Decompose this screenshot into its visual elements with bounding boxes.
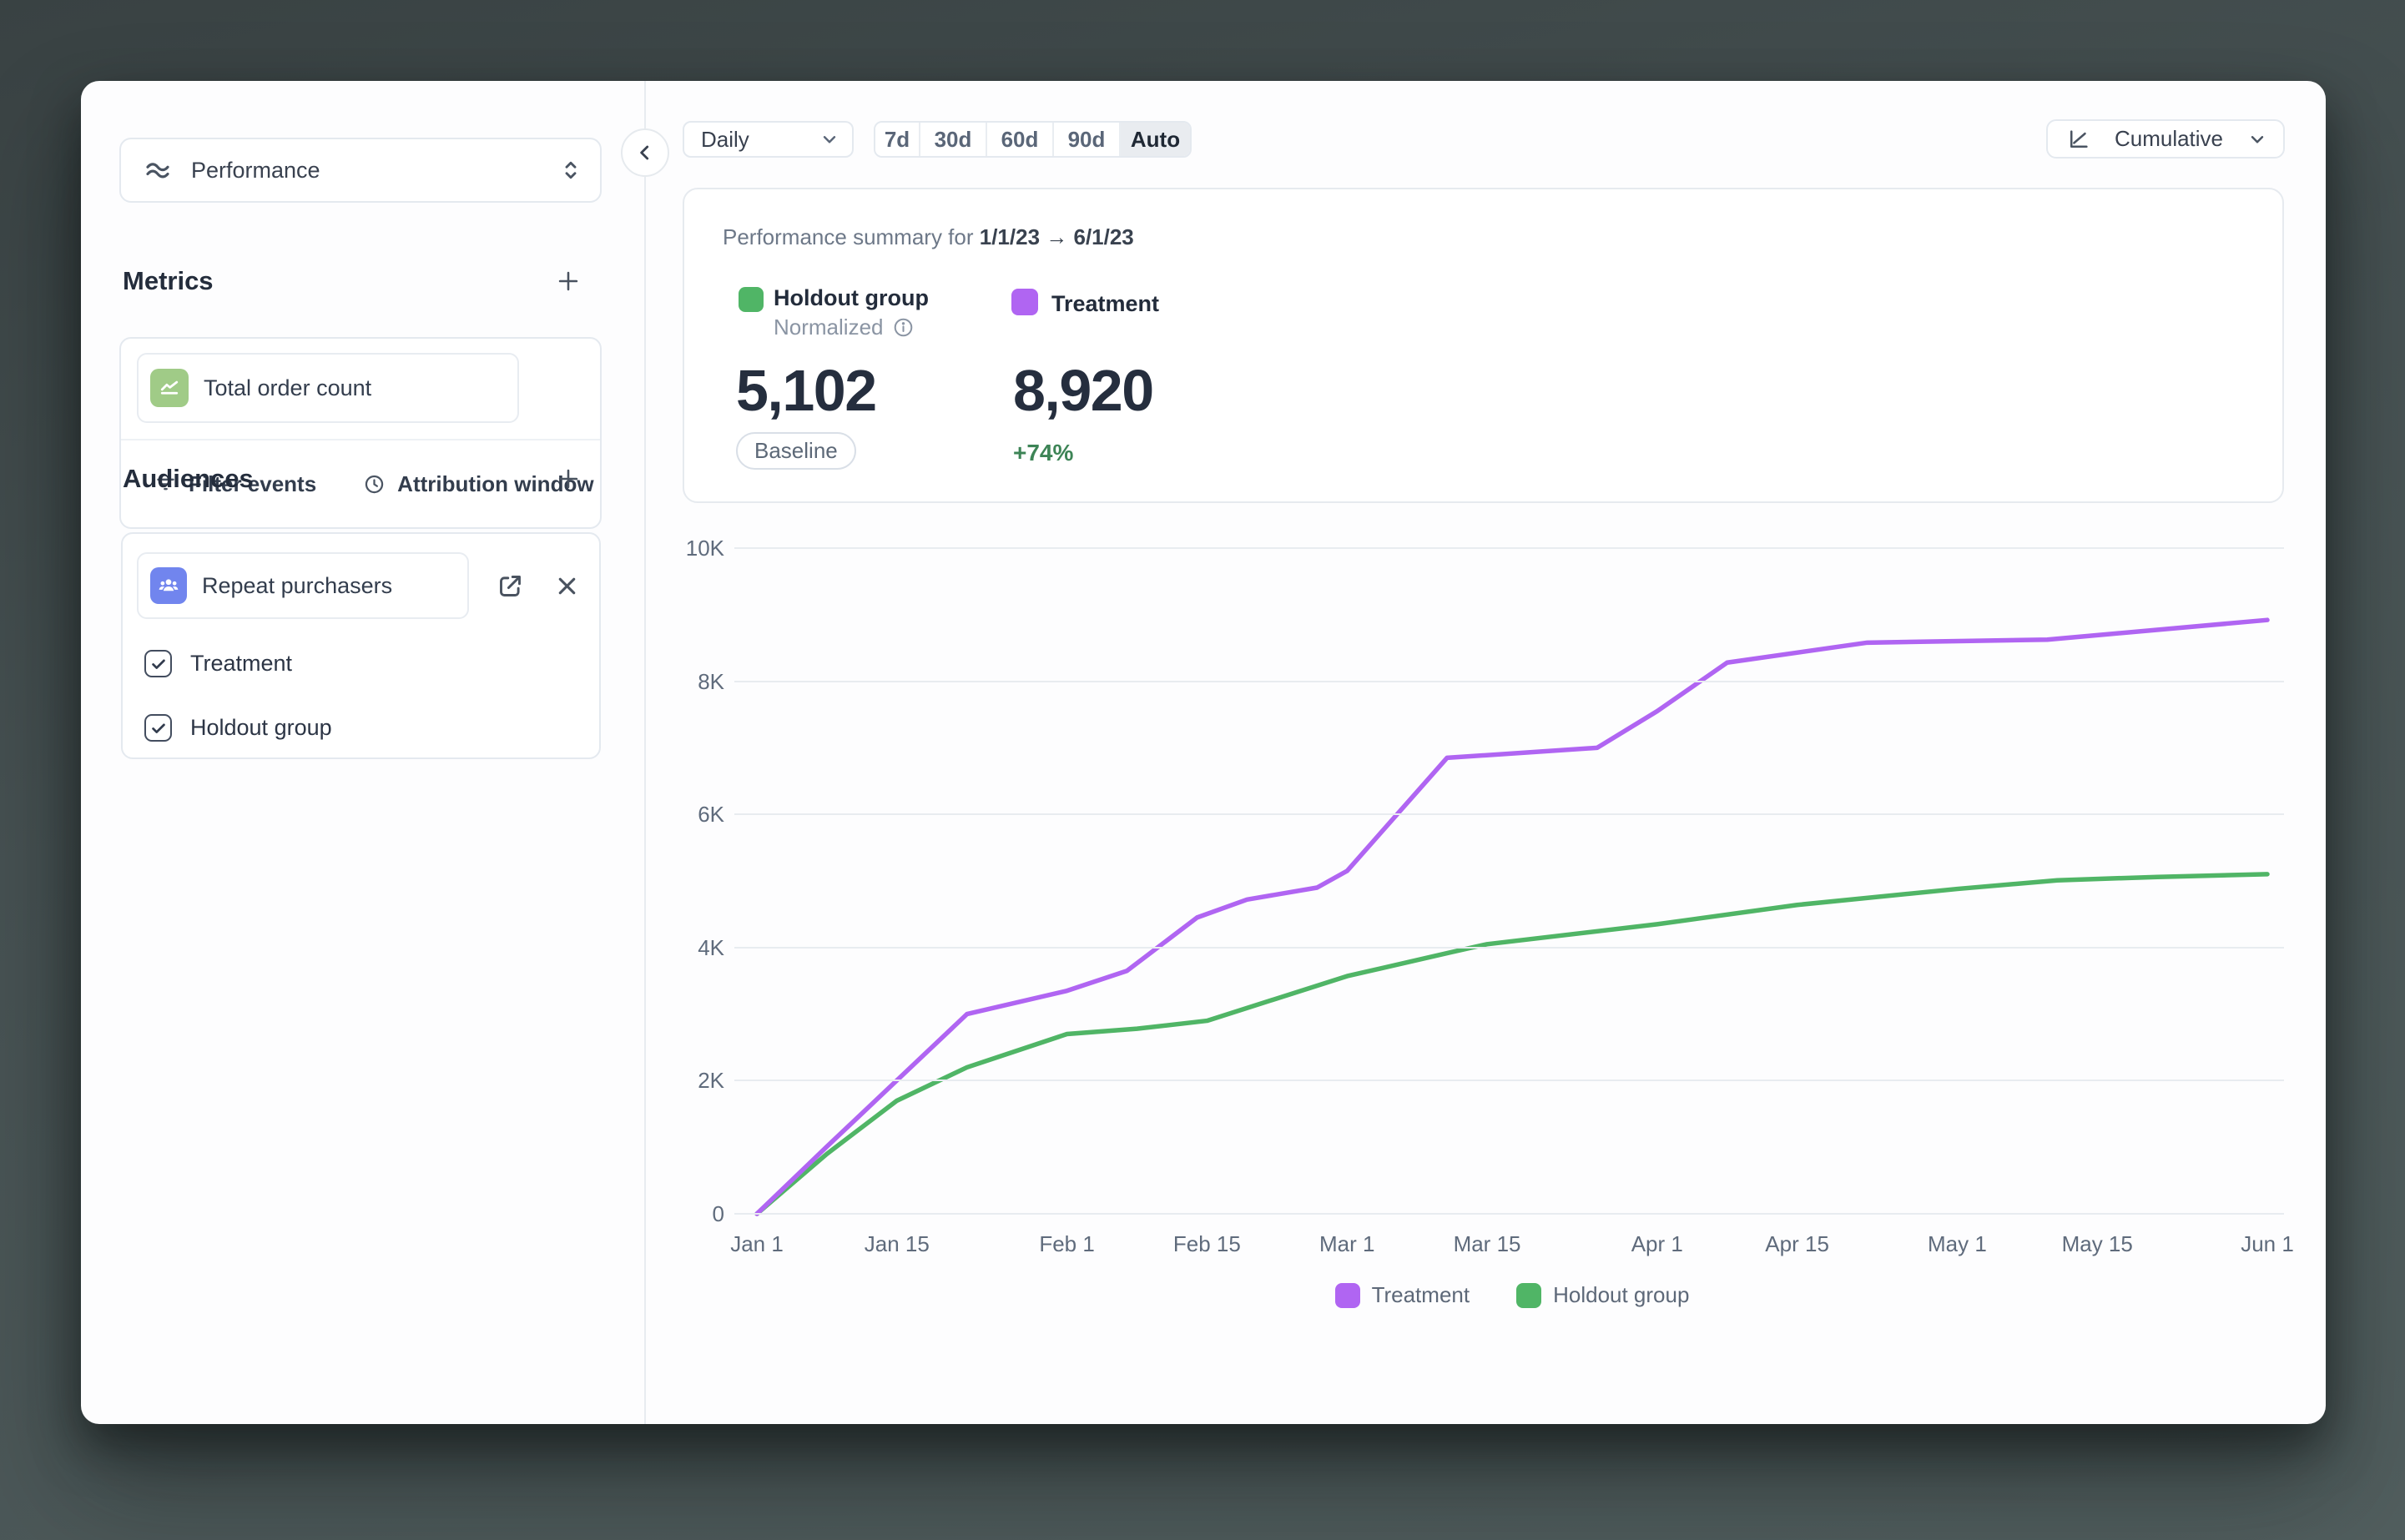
chart-legend: Treatment Holdout group [757, 1282, 2267, 1308]
holdout-total-value: 5,102 [736, 360, 876, 420]
treatment-delta: +74% [1013, 440, 1073, 466]
y-axis-label: 8K [649, 667, 724, 697]
range-7d-button[interactable]: 7d [875, 123, 920, 156]
legend-label: Treatment [1372, 1282, 1470, 1308]
collapse-sidebar-button[interactable] [621, 128, 669, 177]
holdout-series-name: Holdout group [774, 284, 929, 311]
y-axis-label: 4K [649, 933, 724, 963]
gridline-2K [734, 1080, 2284, 1081]
holdout-checkbox-label: Holdout group [190, 715, 332, 741]
cumulative-chart-icon [2066, 127, 2091, 152]
legend-swatch [1516, 1283, 1541, 1308]
report-type-select[interactable]: Performance [119, 138, 602, 203]
trending-lines-icon [143, 155, 173, 185]
treatment-checkbox-label: Treatment [190, 651, 292, 677]
audience-card: Repeat purchasers Treatment Holdout grou… [121, 532, 601, 759]
treatment-total-value: 8,920 [1013, 360, 1153, 420]
x-axis-label: May 15 [2039, 1229, 2155, 1259]
audience-people-icon [150, 567, 187, 604]
x-axis-label: Jan 15 [839, 1229, 955, 1259]
x-axis-label: Apr 15 [1739, 1229, 1856, 1259]
legend-item-treatment[interactable]: Treatment [1335, 1282, 1470, 1308]
metric-chart-icon [150, 369, 189, 407]
clock-icon [363, 473, 386, 496]
granularity-select[interactable]: Daily [683, 121, 854, 158]
metric-input[interactable]: Total order count [137, 353, 519, 423]
metric-card: Total order count Filter events Attri [119, 337, 602, 529]
x-axis-label: Jun 1 [2209, 1229, 2326, 1259]
summary-title: Performance summary for 1/1/23 → 6/1/23 [723, 224, 1134, 250]
chevron-down-icon [819, 128, 840, 150]
y-axis-label: 6K [649, 799, 724, 829]
y-axis-label: 0 [649, 1199, 724, 1229]
audience-name: Repeat purchasers [202, 573, 392, 599]
external-link-icon[interactable] [497, 572, 524, 600]
legend-label: Holdout group [1553, 1282, 1689, 1308]
gridline-6K [734, 813, 2284, 815]
sidebar-divider [644, 81, 646, 1424]
summary-title-prefix: Performance summary for [723, 224, 980, 249]
audiences-heading: Audiences [123, 464, 254, 494]
audience-input[interactable]: Repeat purchasers [137, 552, 469, 619]
x-axis-label: Feb 1 [1009, 1229, 1126, 1259]
legend-item-holdout-group[interactable]: Holdout group [1516, 1282, 1689, 1308]
x-axis-label: May 1 [1898, 1229, 2015, 1259]
baseline-badge: Baseline [736, 432, 856, 470]
holdout-swatch [739, 287, 764, 312]
holdout-checkbox[interactable] [144, 714, 172, 742]
x-axis-label: Apr 1 [1599, 1229, 1716, 1259]
performance-summary-card: Performance summary for 1/1/23 → 6/1/23 … [683, 188, 2284, 503]
x-axis-label: Mar 1 [1288, 1229, 1405, 1259]
group-row-treatment: Treatment [144, 650, 292, 677]
treatment-series-name: Treatment [1051, 290, 1159, 317]
metric-name: Total order count [204, 375, 371, 401]
line-chart-plot [757, 548, 2267, 1214]
treatment-checkbox[interactable] [144, 650, 172, 677]
info-icon[interactable] [892, 316, 915, 339]
chart-mode-select[interactable]: Cumulative [2046, 119, 2285, 159]
chevron-up-down-icon [558, 158, 583, 183]
add-metric-button[interactable] [553, 266, 583, 296]
metrics-heading: Metrics [123, 266, 214, 296]
y-axis-label: 10K [649, 533, 724, 563]
legend-swatch [1335, 1283, 1360, 1308]
chart-mode-value: Cumulative [2091, 126, 2246, 152]
report-type-label: Performance [191, 158, 558, 184]
series-line-treatment [757, 620, 2267, 1214]
y-axis-label: 2K [649, 1065, 724, 1095]
holdout-series-subtitle: Normalized [774, 315, 915, 340]
range-auto-button[interactable]: Auto [1121, 123, 1190, 156]
treatment-swatch [1011, 289, 1038, 315]
range-30d-button[interactable]: 30d [920, 123, 987, 156]
dashboard-window: Performance Metrics Total order count [81, 81, 2326, 1424]
x-axis-label: Mar 15 [1429, 1229, 1545, 1259]
x-axis-label: Feb 15 [1148, 1229, 1265, 1259]
remove-audience-icon[interactable] [553, 572, 581, 600]
x-axis-label: Jan 1 [698, 1229, 815, 1259]
gridline-8K [734, 681, 2284, 682]
gridline-4K [734, 947, 2284, 949]
group-row-holdout: Holdout group [144, 714, 332, 742]
normalized-label: Normalized [774, 315, 884, 340]
range-60d-button[interactable]: 60d [987, 123, 1054, 156]
series-line-holdout-group [757, 874, 2267, 1214]
chevron-down-icon [2246, 128, 2268, 150]
gridline-0 [734, 1213, 2284, 1215]
gridline-10K [734, 547, 2284, 549]
add-audience-button[interactable] [553, 464, 583, 494]
granularity-value: Daily [701, 127, 819, 153]
range-90d-button[interactable]: 90d [1054, 123, 1121, 156]
summary-date-range: 1/1/23 → 6/1/23 [980, 224, 1134, 249]
date-range-segmented-control: 7d 30d 60d 90d Auto [874, 121, 1192, 158]
